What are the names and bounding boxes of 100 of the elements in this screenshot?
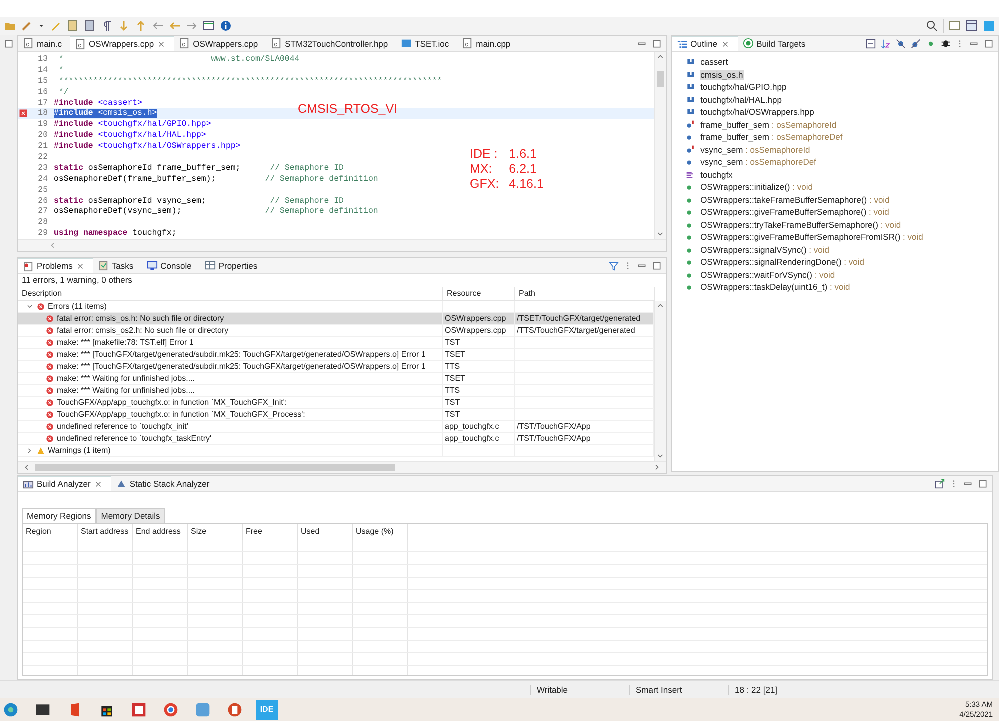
collapse-icon[interactable] [866, 38, 876, 48]
column-header[interactable]: Resource [443, 287, 515, 300]
bug-icon[interactable] [941, 38, 951, 48]
tree-group[interactable]: Errors (11 items) [18, 301, 443, 312]
outline-item[interactable]: OSWrappers::taskDelay(uint16_t) : void [700, 282, 852, 292]
outline-item[interactable]: vsync_sem : osSemaphoreDef [700, 157, 818, 168]
column-header[interactable]: Region [23, 524, 78, 540]
chevron-right-icon[interactable] [26, 446, 34, 454]
maximize-icon[interactable] [978, 478, 988, 488]
page-icon[interactable] [67, 20, 79, 32]
close-icon[interactable] [720, 40, 730, 48]
column-header[interactable]: Size [188, 524, 243, 540]
tab[interactable]: Memory Details [96, 508, 166, 523]
scrollbar[interactable] [654, 52, 666, 240]
filter-icon[interactable] [608, 260, 619, 270]
column-header[interactable]: Free [243, 524, 298, 540]
scrollbar[interactable] [18, 239, 666, 251]
app-icon[interactable] [195, 702, 211, 718]
problem-row[interactable]: undefined reference to `touchgfx_taskEntry' app_touchgfx.c /TST/TouchGFX/App [18, 433, 654, 445]
maximize-icon[interactable] [652, 260, 662, 270]
table-cell: TST [445, 398, 460, 407]
tab[interactable]: Build Analyzer [18, 476, 111, 491]
outline-item[interactable]: OSWrappers::signalVSync() : void [700, 244, 830, 255]
scrollbar[interactable] [18, 461, 666, 473]
export-icon[interactable] [935, 478, 945, 488]
hide-fields-icon[interactable] [896, 38, 906, 48]
close-icon[interactable] [94, 480, 103, 488]
sort-icon[interactable] [881, 38, 891, 48]
problem-row[interactable]: TouchGFX/App/app_touchgfx.o: in function `MX_TouchGFX_Init': TST [18, 397, 654, 409]
column-header[interactable]: Description [18, 287, 443, 300]
tab[interactable]: Console [142, 258, 200, 273]
column-header[interactable]: Path [515, 287, 655, 300]
outline-item[interactable]: frame_buffer_sem : osSemaphoreDef [700, 132, 844, 142]
line-number: 16 [37, 88, 49, 97]
problem-row[interactable]: make: *** [TouchGFX/target/generated/subdir.mk25: TouchGFX/target/generated/OSWrappers.o] Error 1 TTS [18, 361, 654, 373]
tab[interactable]: Build Targets [738, 36, 814, 51]
maximize-icon[interactable] [652, 38, 662, 48]
arrow-right-icon[interactable] [186, 20, 198, 32]
window-icon[interactable] [203, 20, 215, 32]
column-header[interactable]: Usage (%) [353, 524, 408, 540]
close-icon[interactable] [76, 262, 85, 270]
outline-item[interactable]: touchgfx/hal/HAL.hpp [700, 94, 783, 105]
outline-item[interactable]: OSWrappers::signalRenderingDone() : void [700, 257, 866, 268]
outline-item[interactable]: OSWrappers::initialize() : void [700, 182, 814, 192]
outline-item[interactable]: vsync_sem : osSemaphoreId [700, 144, 812, 155]
arrow-left-icon[interactable] [152, 20, 164, 32]
problem-row[interactable]: make: *** [makefile:78: TST.elf] Error 1 TST [18, 337, 654, 349]
maximize-icon[interactable] [984, 38, 994, 48]
info-icon[interactable] [220, 20, 232, 32]
close-icon[interactable] [157, 40, 166, 48]
tree-group[interactable]: Warnings (1 item) [18, 445, 443, 456]
perspective-icon[interactable] [966, 20, 978, 32]
problem-row[interactable]: undefined reference to `touchgfx_init' app_touchgfx.c /TST/TouchGFX/App [18, 421, 654, 433]
page-icon[interactable] [84, 20, 96, 32]
scroll-thumb[interactable] [656, 71, 664, 87]
outline-item[interactable]: touchgfx/hal/GPIO.hpp [700, 82, 788, 92]
code-line: static osSemaphoreId frame_buffer_sem; // Semaphore ID [54, 164, 344, 173]
problem-row[interactable]: make: *** [TouchGFX/target/generated/subdir.mk25: TouchGFX/target/generated/OSWrappers.o] Error 1 TSET [18, 349, 654, 361]
tab[interactable]: Tasks [92, 258, 142, 273]
tab[interactable]: Properties [200, 258, 266, 273]
scrollbar[interactable] [654, 301, 666, 461]
hide-static-icon[interactable] [911, 38, 921, 48]
outline-item[interactable]: OSWrappers::takeFrameBufferSemaphore() : void [700, 194, 891, 205]
outline-item[interactable]: frame_buffer_sem : osSemaphoreId [700, 120, 838, 130]
problem-row[interactable]: fatal error: cmsis_os.h: No such file or directory OSWrappers.cpp /TSET/TouchGFX/target/generated [18, 313, 654, 325]
table-cell: TST [445, 338, 460, 347]
outline-item[interactable]: touchgfx [700, 170, 734, 180]
tab[interactable]: Memory Regions [22, 508, 96, 523]
problem-row[interactable]: make: *** Waiting for unfinished jobs.... TSET [18, 373, 654, 385]
outline-item[interactable]: OSWrappers::giveFrameBufferSemaphoreFromISR() : void [700, 232, 924, 242]
pilcrow-icon[interactable] [101, 20, 113, 32]
slides-icon[interactable] [227, 702, 243, 718]
outline-item[interactable]: OSWrappers::giveFrameBufferSemaphore() : void [700, 207, 890, 218]
tab[interactable]: Outline [672, 36, 738, 51]
scroll-thumb[interactable] [35, 464, 395, 471]
problem-row[interactable]: make: *** Waiting for unfinished jobs.... TTS [18, 385, 654, 397]
problem-row[interactable]: TouchGFX/App/app_touchgfx.o: in function `MX_TouchGFX_Process': TST [18, 409, 654, 421]
chip-icon [401, 38, 412, 49]
outline-item[interactable]: touchgfx/hal/OSWrappers.hpp [700, 107, 816, 118]
column-header[interactable]: Start address [78, 524, 133, 540]
wand-icon[interactable] [21, 20, 33, 32]
chevron-down-icon[interactable] [26, 302, 34, 310]
problem-row[interactable]: fatal error: cmsis_os2.h: No such file or directory OSWrappers.cpp /TTS/TouchGFX/target/generated [18, 325, 654, 337]
outline-item[interactable]: cmsis_os.h [700, 70, 744, 80]
tab[interactable]: Problems [18, 258, 93, 273]
maximize-icon[interactable] [4, 39, 14, 49]
browser-icon[interactable] [3, 702, 19, 718]
window-icon[interactable] [949, 20, 961, 32]
terminal-icon[interactable] [35, 702, 51, 718]
search-icon[interactable] [926, 20, 938, 32]
table-cell: TTS [445, 386, 460, 395]
column-header[interactable]: End address [133, 524, 188, 540]
tab[interactable]: TSET.ioc [396, 36, 458, 51]
outline-item[interactable]: OSWrappers::waitForVSync() : void [700, 270, 836, 280]
browser-icon[interactable] [163, 702, 179, 718]
tab[interactable]: Static Stack Analyzer [110, 476, 218, 491]
app-icon[interactable] [131, 702, 147, 718]
column-header[interactable]: Used [298, 524, 353, 540]
outline-item[interactable]: OSWrappers::tryTakeFrameBufferSemaphore() : void [700, 220, 902, 230]
outline-item[interactable]: cassert [700, 57, 730, 68]
